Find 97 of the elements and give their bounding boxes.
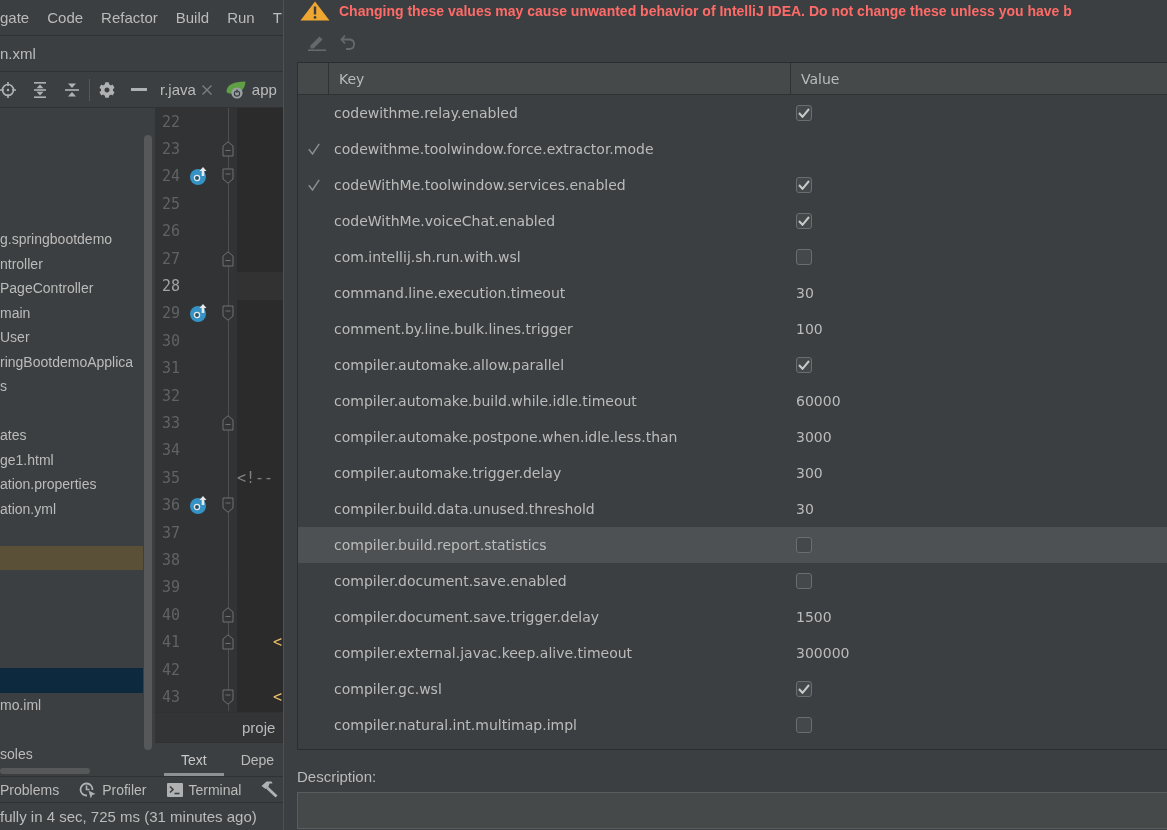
collapse-all-icon[interactable] [64,81,80,98]
registry-value: 30 [796,501,814,517]
fold-marker-icon[interactable] [222,415,234,431]
checkbox[interactable] [796,717,812,733]
registry-key: compiler.natural.int.multimap.impl [334,717,577,733]
registry-key: compiler.gc.wsl [334,681,442,697]
registry-key: compiler.automake.postpone.when.idle.less.than [334,429,678,445]
registry-key: codeWithMe.voiceChat.enabled [334,213,556,229]
registry-key: compiler.document.save.trigger.delay [334,609,600,625]
view-tab[interactable]: Text [164,743,224,776]
fold-marker-icon[interactable] [222,688,234,705]
tree-item[interactable]: g.springbootdemo [0,227,143,252]
checkbox[interactable] [796,573,812,589]
fold-marker-icon[interactable] [222,606,234,623]
crosshair-icon[interactable] [0,81,16,98]
tree-item[interactable]: ates [0,423,143,448]
tool-window-button[interactable]: Profiler [79,780,147,799]
menu-item[interactable]: gate [0,9,30,26]
registry-value: 300 [796,465,823,481]
tree-item[interactable]: mo.iml [0,692,143,717]
fold-marker-icon[interactable] [222,634,234,651]
registry-value: 1500 [796,609,832,625]
tree-item[interactable]: ge1.html [0,447,143,472]
registry-key: compiler.build.report.statistics [334,537,547,553]
editor-tab[interactable]: app [225,80,277,99]
tool-window-button[interactable]: Problems [0,781,60,798]
registry-value: 30 [796,285,814,301]
checkbox[interactable] [796,213,812,229]
registry-key: codeWithMe.toolwindow.services.enabled [334,177,626,193]
hammer-icon[interactable] [261,781,279,798]
fold-marker-icon[interactable] [222,305,234,322]
code-text: < [272,687,283,706]
expand-all-icon[interactable] [32,81,48,98]
status-message: fully in 4 sec, 725 ms (31 minutes ago) [0,808,257,825]
registry-value: 3000 [796,429,832,445]
tree-item[interactable]: ation.properties [0,472,143,497]
editor-tab[interactable]: r.java [160,81,212,98]
close-icon[interactable] [201,84,212,95]
current-line-highlight [237,272,283,300]
view-tab[interactable]: Depe [223,743,275,776]
menu-item[interactable]: Build [175,9,210,26]
tree-item[interactable]: ringBootdemoApplica [0,349,143,374]
code-text: < [272,633,283,652]
checkbox[interactable] [796,105,812,121]
tree-item[interactable] [0,545,143,570]
scrollbar-thumb[interactable] [0,768,90,774]
checkbox[interactable] [796,537,812,553]
scrollbar-thumb[interactable] [144,135,152,750]
checkbox[interactable] [796,249,812,265]
table-row[interactable]: compiler.build.report.statistics [298,527,1167,563]
menu-item[interactable]: Refactor [101,9,158,26]
registry-value: 300000 [796,645,850,661]
menu-item[interactable]: Code [47,9,84,26]
registry-key: comment.by.line.bulk.lines.trigger [334,321,573,337]
description-field[interactable] [297,792,1167,829]
registry-key: compiler.build.data.unused.threshold [334,501,595,517]
code-text: <!-- [237,468,274,487]
line-number: 28 [162,277,181,296]
terminal-icon [166,782,183,797]
fold-marker-icon[interactable] [222,141,234,158]
leaf-icon [225,80,246,99]
breadcrumb[interactable]: proje [242,719,276,736]
tool-window-button[interactable]: Terminal [166,781,242,798]
warning-message: Changing these values may cause unwanted behavior of IntelliJ IDEA. Do not change these unless you have b [339,3,1072,19]
tree-item[interactable]: ntroller [0,251,143,276]
breadcrumb[interactable]: n.xml [0,45,36,62]
tree-item[interactable]: ation.yml [0,496,143,521]
tree-item[interactable]: soles [0,741,143,766]
fold-marker-icon[interactable] [222,168,234,185]
menu-item[interactable]: T [272,9,282,26]
column-header[interactable]: Value [791,63,1167,94]
description-label: Description: [297,768,377,785]
registry-key: compiler.document.save.enabled [334,573,567,589]
registry-key: codewithme.toolwindow.force.extractor.mode [334,141,654,157]
registry-key: com.intellij.sh.run.with.wsl [334,249,521,265]
registry-key: command.line.execution.timeout [334,285,566,301]
checkbox[interactable] [796,681,812,697]
gauge-icon [79,780,97,799]
fold-marker-icon[interactable] [222,497,234,514]
menu-item[interactable]: Run [227,9,255,26]
warning-icon [300,1,330,21]
registry-key: codewithme.relay.enabled [334,105,518,121]
registry-key: compiler.automake.allow.parallel [334,357,565,373]
checkbox[interactable] [796,177,812,193]
registry-key: compiler.automake.trigger.delay [334,465,562,481]
tree-item[interactable]: User [0,325,143,350]
tree-item[interactable]: main [0,300,143,325]
fold-marker-icon[interactable] [222,250,234,267]
registry-key: compiler.external.javac.keep.alive.timeout [334,645,633,661]
settings-icon[interactable] [99,81,115,98]
column-header[interactable]: Key [329,63,791,94]
registry-key: compiler.automake.build.while.idle.timeout [334,393,637,409]
tree-item[interactable]: s [0,374,143,399]
registry-value: 100 [796,321,823,337]
registry-value: 60000 [796,393,841,409]
checkbox[interactable] [796,357,812,373]
tree-item[interactable]: PageController [0,276,143,301]
